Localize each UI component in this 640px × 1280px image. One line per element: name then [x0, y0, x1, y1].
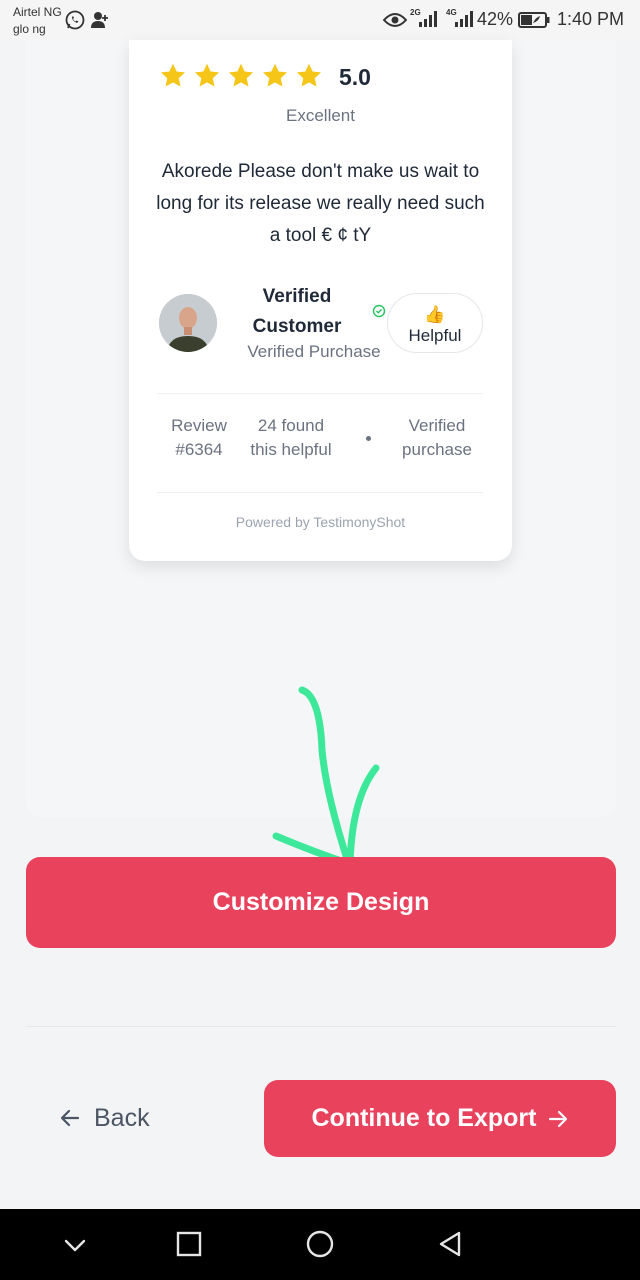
clock: 1:40 PM: [557, 9, 625, 29]
carrier-info: Airtel NG glo ng: [13, 4, 62, 38]
review-id-stat: Review #6364: [155, 414, 243, 462]
back-label: Back: [94, 1103, 150, 1132]
signal-icon-2: [455, 11, 473, 27]
helpful-count-stat: 24 found this helpful: [237, 414, 345, 462]
verified-purchase-stat: Verified purchase: [391, 414, 483, 462]
helpful-count-line1: 24 found: [257, 416, 325, 435]
verified-purchase-line1: Verified: [408, 416, 466, 435]
continue-to-export-button[interactable]: Continue to Export: [264, 1080, 616, 1157]
eye-icon: [383, 13, 407, 27]
customer-name: Verified Customer: [252, 286, 342, 337]
verified-purchase-line2: purchase: [402, 440, 472, 459]
review-id-label: Review: [171, 416, 227, 435]
card-divider-bottom: [157, 492, 483, 493]
signal-icon: [419, 11, 437, 27]
chevron-down-icon[interactable]: [59, 1229, 91, 1261]
thumbs-up-icon: 👍: [424, 305, 446, 324]
customer-subtitle: Verified Purchase: [247, 342, 381, 361]
continue-label: Continue to Export: [311, 1104, 537, 1132]
star-icon: [194, 63, 220, 87]
whatsapp-icon: [65, 10, 85, 30]
star-rating: [159, 62, 323, 90]
home-icon[interactable]: [304, 1229, 336, 1261]
navigation-bar: [0, 1209, 640, 1280]
star-icon: [228, 63, 254, 87]
review-card: 5.0 Excellent Akorede Please don't make …: [129, 40, 512, 561]
review-text: Akorede Please don't make us wait to lon…: [156, 161, 485, 246]
helpful-count-line2: this helpful: [250, 440, 332, 459]
arrow-right-icon: [549, 1110, 568, 1127]
back-nav-icon[interactable]: [435, 1229, 467, 1261]
carrier-line-1: Airtel NG: [13, 5, 62, 19]
helpful-label: Helpful: [408, 326, 462, 345]
separator-dot: [366, 436, 371, 441]
rating-label: Excellent: [286, 106, 355, 125]
annotation-arrow-icon: [272, 686, 380, 868]
avatar: [159, 294, 217, 352]
customize-design-button[interactable]: Customize Design: [26, 857, 616, 948]
review-id-value: #6364: [175, 440, 223, 459]
star-icon: [262, 63, 288, 87]
battery-icon: [518, 12, 550, 28]
rating-value: 5.0: [339, 64, 371, 90]
back-button[interactable]: Back: [60, 1092, 180, 1144]
arrow-left-icon: [60, 1109, 80, 1127]
add-contact-icon: [91, 12, 108, 28]
star-icon: [296, 63, 322, 87]
status-bar: Airtel NG glo ng 2G 4G 42% 1:40 PM: [0, 0, 640, 40]
battery-percent: 42%: [477, 9, 514, 29]
carrier-line-2: glo ng: [13, 22, 46, 36]
powered-by: Powered by TestimonyShot: [235, 514, 406, 530]
recent-apps-icon[interactable]: [173, 1229, 205, 1261]
footer-divider: [26, 1026, 616, 1027]
card-divider: [157, 393, 483, 394]
star-icon: [160, 63, 186, 87]
verified-check-icon: [372, 304, 386, 318]
helpful-button[interactable]: 👍 Helpful: [387, 293, 483, 353]
